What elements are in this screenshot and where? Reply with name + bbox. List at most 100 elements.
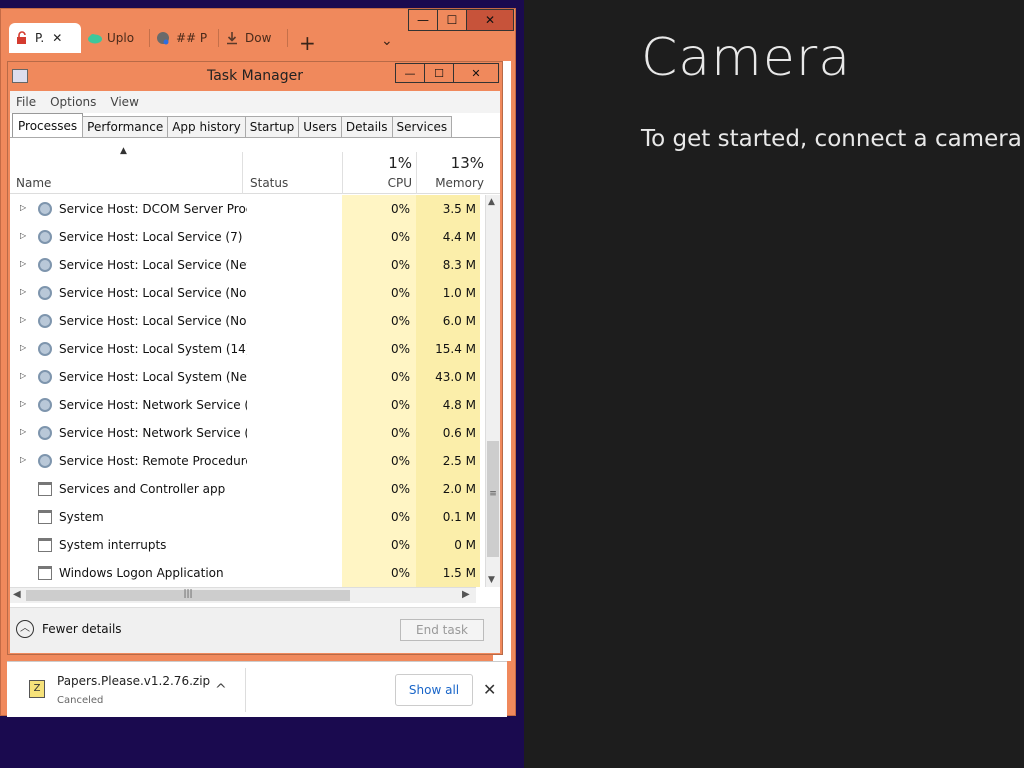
fewer-details-link[interactable]: Fewer details [42,622,122,636]
tab-users[interactable]: Users [298,116,342,137]
expand-arrow-icon[interactable]: ▷ [20,259,26,268]
table-row[interactable]: ▷ Service Host: Local Service (No I... 0% 1… [10,279,485,307]
grip-icon: ≡ [489,489,497,499]
process-cpu: 0% [390,510,410,524]
tm-close-button[interactable]: ✕ [453,63,499,83]
chevron-up-icon[interactable]: ^ [215,682,227,698]
close-download-bar-icon[interactable]: ✕ [483,680,496,699]
table-row[interactable]: Windows Logon Application 0% 1.5 M [10,559,485,587]
table-row[interactable]: ▷ Service Host: Local System (Net... 0% 43.… [10,363,485,391]
task-manager-window: Task Manager — ☐ ✕ File Options View Pro… [7,61,503,655]
browser-maximize-button[interactable]: ☐ [437,9,467,31]
process-memory: 2.0 M [442,482,476,496]
horizontal-scrollbar[interactable]: ◀ ||| ▶ [10,587,476,603]
tab-search-dropdown[interactable]: ⌄ [381,33,393,49]
browser-tab-upload[interactable]: Uplo [81,23,149,53]
browser-tab-label: Dow [245,31,272,45]
gear-icon [38,258,52,272]
show-all-button[interactable]: Show all [395,674,473,706]
process-memory: 3.5 M [442,202,476,216]
tab-services[interactable]: Services [391,116,453,137]
menu-file[interactable]: File [16,95,36,109]
browser-window: — ☐ ✕ P. ✕ Uplo ## P Dow + ⌄ Z Papers.Pl… [0,8,516,717]
browser-tab-label: Uplo [107,31,135,45]
expand-arrow-icon[interactable]: ▷ [20,399,26,408]
horizontal-scroll-thumb[interactable]: ||| [26,589,350,601]
table-row[interactable]: ▷ Service Host: Remote Procedure... 0% 2.5 … [10,447,485,475]
expand-arrow-icon[interactable]: ▷ [20,203,26,212]
tab-app-history[interactable]: App history [167,116,246,137]
process-memory: 15.4 M [435,342,476,356]
tab-close-icon[interactable]: ✕ [52,31,62,45]
column-status[interactable]: Status [250,176,288,190]
cloud-icon [87,31,102,45]
tab-details[interactable]: Details [340,116,393,137]
expand-arrow-icon[interactable]: ▷ [20,287,26,296]
expand-arrow-icon[interactable]: ▷ [20,427,26,436]
menu-options[interactable]: Options [50,95,96,109]
task-manager-window-controls: — ☐ ✕ [395,63,499,83]
camera-app: Camera To get started, connect a camera. [524,0,1024,768]
browser-minimize-button[interactable]: — [408,9,438,31]
gear-icon [38,370,52,384]
tab-startup[interactable]: Startup [244,116,300,137]
process-memory: 0.6 M [442,426,476,440]
table-row[interactable]: System 0% 0.1 M [10,503,485,531]
process-name: Service Host: Local Service (No I... [59,286,247,300]
expand-arrow-icon[interactable]: ▷ [20,343,26,352]
process-memory: 2.5 M [442,454,476,468]
browser-caption-area[interactable] [1,9,409,21]
process-cpu: 0% [390,566,410,580]
end-task-button[interactable]: End task [400,619,484,641]
expand-arrow-icon[interactable]: ▷ [20,371,26,380]
browser-tab-papers[interactable]: P. ✕ [9,23,81,53]
scroll-up-arrow-icon[interactable]: ▲ [488,197,495,207]
process-cpu: 0% [390,258,410,272]
table-row[interactable]: ▷ Service Host: Local System (14) 0% 15.4 M [10,335,485,363]
process-name: Windows Logon Application [59,566,224,580]
table-row[interactable]: ▷ Service Host: Network Service (... 0% 0.6… [10,419,485,447]
browser-tab-download[interactable]: Dow [219,23,287,53]
column-name[interactable]: Name [16,176,51,190]
vertical-scrollbar[interactable]: ▲ ≡ ▼ [485,195,500,587]
table-row[interactable]: Services and Controller app 0% 2.0 M [10,475,485,503]
table-row[interactable]: ▷ Service Host: DCOM Server Proc... 0% 3.5 … [10,195,485,223]
gear-icon [38,426,52,440]
process-name: System [59,510,104,524]
scroll-left-arrow-icon[interactable]: ◀ [13,589,21,600]
process-memory: 43.0 M [435,370,476,384]
browser-tab-paste[interactable]: ## P [150,23,218,53]
expand-arrow-icon[interactable]: ▷ [20,455,26,464]
tab-processes[interactable]: Processes [12,113,84,137]
vertical-scroll-thumb[interactable]: ≡ [487,441,499,557]
download-filename[interactable]: Papers.Please.v1.2.76.zip [57,674,210,688]
chevron-up-circle-icon[interactable]: ︿ [16,620,34,638]
table-row[interactable]: ▷ Service Host: Local Service (Net... 0% 8.… [10,251,485,279]
table-row[interactable]: ▷ Service Host: Local Service (No ... 0% 6.… [10,307,485,335]
gear-icon [38,202,52,216]
browser-close-button[interactable]: ✕ [466,9,514,31]
column-cpu[interactable]: CPU [350,176,412,190]
column-memory[interactable]: Memory [422,176,484,190]
process-cpu: 0% [390,230,410,244]
sort-ascending-icon: ▲ [120,146,127,156]
tab-performance[interactable]: Performance [82,116,169,137]
expand-arrow-icon[interactable]: ▷ [20,315,26,324]
process-cpu: 0% [390,286,410,300]
table-row[interactable]: System interrupts 0% 0 M [10,531,485,559]
scroll-right-arrow-icon[interactable]: ▶ [462,589,470,600]
gear-icon [38,398,52,412]
tm-minimize-button[interactable]: — [395,63,425,83]
process-name: Service Host: Remote Procedure... [59,454,247,468]
process-name: Services and Controller app [59,482,226,496]
process-name: Service Host: DCOM Server Proc... [59,202,247,216]
process-memory: 8.3 M [442,258,476,272]
new-tab-button[interactable]: + [299,31,316,55]
table-row[interactable]: ▷ Service Host: Local Service (7) 0% 4.4 M [10,223,485,251]
table-row[interactable]: ▷ Service Host: Network Service (5) 0% 4.8 … [10,391,485,419]
scroll-down-arrow-icon[interactable]: ▼ [488,575,495,585]
expand-arrow-icon[interactable]: ▷ [20,231,26,240]
task-manager-titlebar[interactable]: Task Manager — ☐ ✕ [8,62,502,90]
menu-view[interactable]: View [110,95,138,109]
tm-maximize-button[interactable]: ☐ [424,63,454,83]
